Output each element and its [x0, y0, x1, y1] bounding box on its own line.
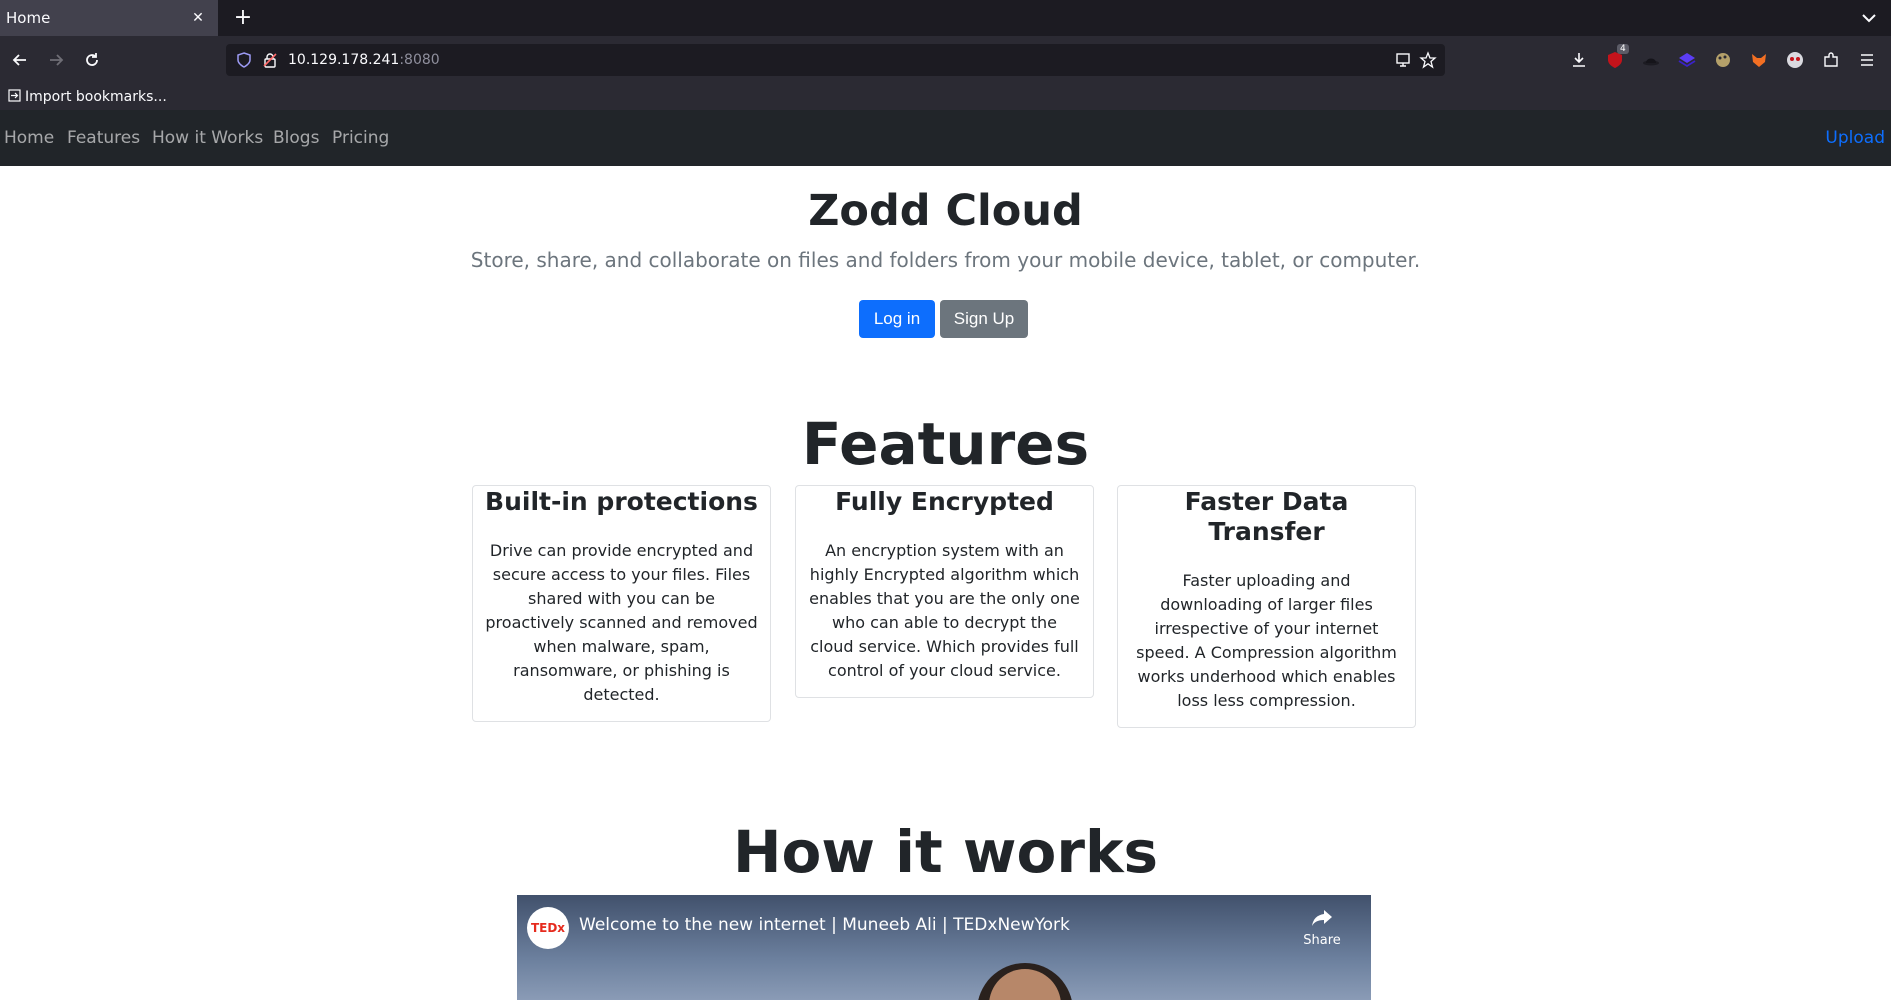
- list-all-tabs-icon[interactable]: [1859, 8, 1879, 28]
- nav-how-it-works-link[interactable]: How it Works: [152, 110, 263, 166]
- login-button[interactable]: Log in: [859, 300, 935, 338]
- shield-icon[interactable]: [236, 52, 252, 72]
- hat-extension-icon[interactable]: [1639, 48, 1663, 72]
- browser-tab-strip: Home ✕ +: [0, 0, 1891, 36]
- insecure-lock-icon[interactable]: [262, 52, 278, 72]
- nav-features-link[interactable]: Features: [67, 110, 140, 166]
- nav-home-link[interactable]: Home: [4, 110, 54, 166]
- signup-button[interactable]: Sign Up: [940, 300, 1028, 338]
- layers-extension-icon[interactable]: [1675, 48, 1699, 72]
- fox-extension-icon[interactable]: [1747, 48, 1771, 72]
- browser-toolbar: 10.129.178.241:8080 4: [0, 36, 1891, 84]
- feature-card-text: Drive can provide encrypted and secure a…: [485, 541, 758, 704]
- address-bar[interactable]: 10.129.178.241:8080: [226, 44, 1445, 76]
- feature-card-text: Faster uploading and downloading of larg…: [1136, 571, 1397, 710]
- browser-tab-home[interactable]: Home ✕: [0, 0, 218, 36]
- reader-view-icon[interactable]: [1395, 52, 1411, 72]
- hero-subtitle: Store, share, and collaborate on files a…: [470, 248, 1421, 272]
- nav-pricing-link[interactable]: Pricing: [332, 110, 389, 166]
- share-label: Share: [1303, 933, 1341, 948]
- downloads-icon[interactable]: [1567, 48, 1591, 72]
- features-heading: Features: [801, 410, 1090, 478]
- embedded-video[interactable]: TEDx Welcome to the new internet | Munee…: [517, 895, 1371, 1000]
- bookmarks-toolbar: Import bookmarks...: [0, 84, 1891, 110]
- feature-card: Built-in protections Drive can provide e…: [472, 485, 771, 722]
- extension-badge: 4: [1617, 44, 1629, 54]
- url-port: :8080: [399, 52, 440, 68]
- bookmark-star-icon[interactable]: [1419, 51, 1437, 73]
- nav-blogs-link[interactable]: Blogs: [273, 110, 319, 166]
- feature-card-title: Built-in protections: [485, 487, 758, 516]
- reload-icon[interactable]: [78, 46, 106, 74]
- hero-title: Zodd Cloud: [808, 186, 1083, 236]
- video-title[interactable]: Welcome to the new internet | Muneeb Ali…: [579, 915, 1070, 935]
- extensions-puzzle-icon[interactable]: [1819, 48, 1843, 72]
- import-icon: [8, 88, 21, 106]
- tab-title: Home: [6, 9, 51, 27]
- palette-extension-icon[interactable]: [1711, 48, 1735, 72]
- share-icon: [1310, 910, 1334, 933]
- close-tab-icon[interactable]: ✕: [188, 8, 208, 28]
- new-tab-icon[interactable]: +: [230, 5, 256, 31]
- nav-upload-link[interactable]: Upload: [1825, 110, 1885, 166]
- feature-card: Fully Encrypted An encryption system wit…: [795, 485, 1094, 698]
- site-navbar: Home Features How it Works Blogs Pricing…: [0, 110, 1891, 166]
- import-bookmarks-button[interactable]: Import bookmarks...: [8, 84, 167, 110]
- how-it-works-heading: How it works: [732, 818, 1159, 886]
- url-text[interactable]: 10.129.178.241:8080: [288, 44, 440, 76]
- feature-card-title: Faster Data Transfer: [1184, 487, 1349, 546]
- feature-card-text: An encryption system with an highly Encr…: [809, 541, 1080, 680]
- video-share-button[interactable]: Share: [1299, 907, 1345, 948]
- ublock-extension-icon[interactable]: 4: [1603, 44, 1629, 72]
- back-icon[interactable]: [6, 46, 34, 74]
- import-bookmarks-label: Import bookmarks...: [25, 89, 167, 105]
- feature-card-title: Fully Encrypted: [835, 487, 1054, 516]
- forward-icon[interactable]: [42, 46, 70, 74]
- mask-extension-icon[interactable]: [1783, 48, 1807, 72]
- menu-hamburger-icon[interactable]: [1855, 48, 1879, 72]
- tedx-channel-logo[interactable]: TEDx: [527, 907, 569, 949]
- url-host: 10.129.178.241: [288, 52, 400, 68]
- feature-card: Faster Data Transfer Faster uploading an…: [1117, 485, 1416, 728]
